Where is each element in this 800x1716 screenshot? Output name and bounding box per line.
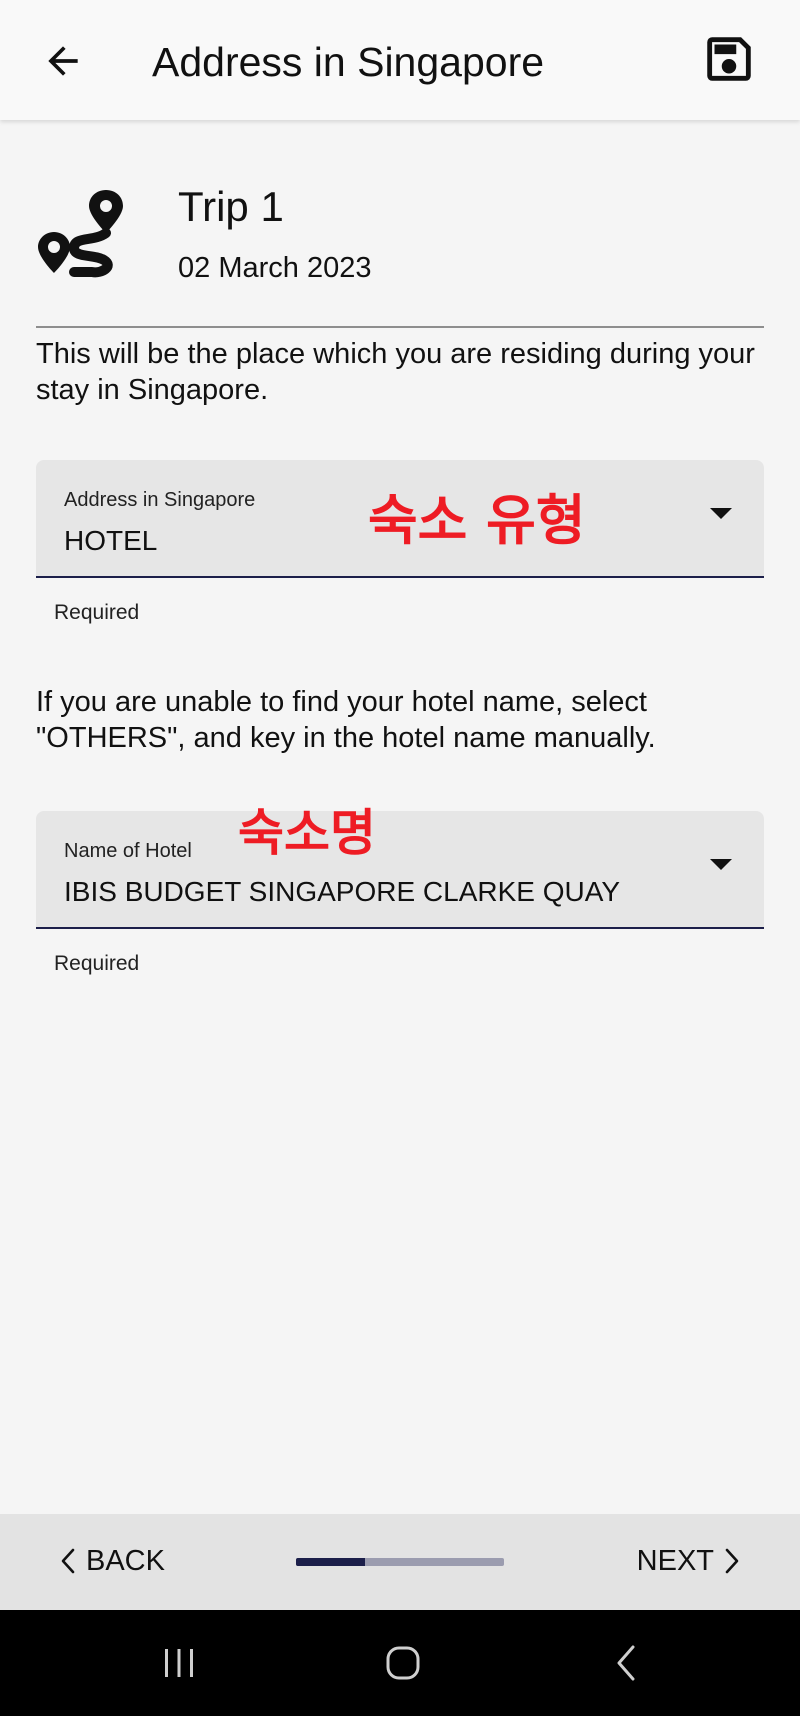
back-nav-label: BACK bbox=[86, 1545, 165, 1577]
floppy-disk-icon bbox=[707, 37, 751, 81]
progress-bar bbox=[296, 1558, 504, 1566]
address-type-helper: Required bbox=[54, 601, 140, 624]
trip-date: 02 March 2023 bbox=[178, 252, 372, 284]
divider bbox=[36, 326, 764, 328]
next-nav-label: NEXT bbox=[636, 1545, 714, 1577]
chevron-left-icon bbox=[61, 1548, 75, 1574]
chevron-right-icon bbox=[725, 1548, 739, 1574]
route-pin-icon bbox=[38, 190, 123, 278]
hotel-name-select[interactable]: Name of Hotel IBIS BUDGET SINGAPORE CLAR… bbox=[36, 811, 764, 929]
hotel-name-annotation: 숙소명 bbox=[238, 804, 376, 862]
progress-bar-fill bbox=[296, 1558, 365, 1566]
address-type-value: HOTEL bbox=[64, 525, 158, 556]
save-button[interactable] bbox=[696, 26, 762, 92]
recent-apps-icon bbox=[165, 1649, 193, 1677]
hotel-name-helper: Required bbox=[54, 952, 140, 975]
next-nav-button[interactable]: NEXT bbox=[637, 1540, 740, 1582]
hotel-name-value: IBIS BUDGET SINGAPORE CLARKE QUAY bbox=[64, 876, 620, 907]
hotel-info-text: If you are unable to find your hotel nam… bbox=[36, 686, 656, 754]
system-back-icon bbox=[617, 1645, 635, 1681]
trip-name: Trip 1 bbox=[178, 183, 284, 230]
system-nav-bar bbox=[0, 1610, 800, 1716]
home-button[interactable] bbox=[378, 1638, 428, 1688]
home-icon bbox=[386, 1646, 420, 1680]
arrow-left-icon bbox=[48, 46, 78, 76]
back-button[interactable] bbox=[34, 32, 92, 90]
address-type-annotation: 숙소 유형 bbox=[368, 489, 586, 552]
page-title: Address in Singapore bbox=[152, 39, 545, 85]
address-type-label: Address in Singapore bbox=[64, 489, 256, 511]
bottom-nav-bar: BACK NEXT bbox=[0, 1514, 800, 1610]
screen: Address in Singapore Trip 1 02 March 202… bbox=[0, 0, 800, 1716]
intro-text: This will be the place which you are res… bbox=[36, 338, 755, 406]
app-bar: Address in Singapore bbox=[0, 0, 800, 120]
dropdown-arrow-icon bbox=[710, 508, 732, 519]
hotel-name-label: Name of Hotel bbox=[64, 840, 192, 862]
system-back-button[interactable] bbox=[602, 1638, 652, 1688]
back-nav-button[interactable]: BACK bbox=[60, 1540, 165, 1582]
dropdown-arrow-icon bbox=[710, 859, 732, 870]
recent-apps-button[interactable] bbox=[154, 1638, 204, 1688]
